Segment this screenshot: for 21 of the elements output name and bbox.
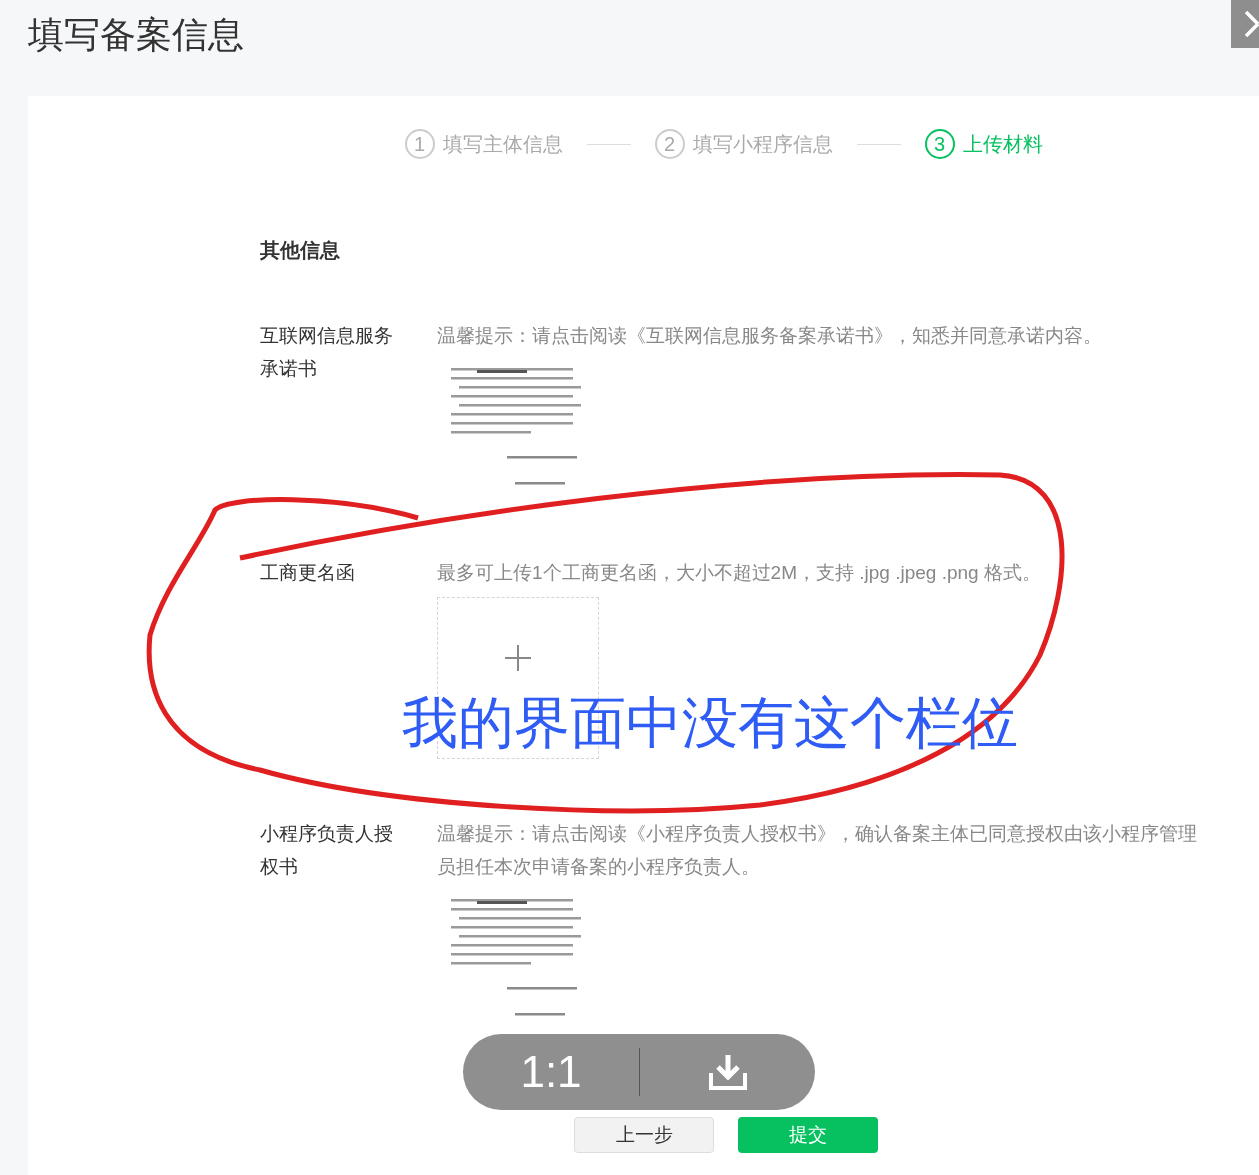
submit-button[interactable]: 提交 xyxy=(738,1117,878,1153)
step-label: 填写小程序信息 xyxy=(692,132,833,157)
field-label: 互联网信息服务承诺书 xyxy=(260,324,394,381)
download-icon xyxy=(707,1053,748,1091)
back-button[interactable]: 上一步 xyxy=(574,1117,714,1153)
plus-icon xyxy=(505,645,531,671)
field-hint: 温馨提示：请点击阅读《互联网信息服务备案承诺书》，知悉并同意承诺内容。 xyxy=(437,324,1103,348)
field-hint: 最多可上传1个工商更名函，大小不超过2M，支持 .jpg .jpeg .png 格式。 xyxy=(437,561,1042,585)
field-label: 小程序负责人授权书 xyxy=(260,822,394,879)
field-hint: 温馨提示：请点击阅读《小程序负责人授权书》，确认备案主体已同意授权由该小程序管理员担任本次申请备案的小程序负责人。 xyxy=(437,822,1197,879)
close-icon xyxy=(1245,11,1259,37)
step-label: 填写主体信息 xyxy=(442,132,563,157)
field-label: 工商更名函 xyxy=(260,561,356,585)
close-button[interactable] xyxy=(1231,0,1259,48)
step-label: 上传材料 xyxy=(962,132,1043,157)
page-title: 填写备案信息 xyxy=(28,13,244,57)
actual-size-button[interactable]: 1:1 xyxy=(463,1039,639,1105)
step-number: 1 xyxy=(404,129,435,159)
section-title: 其他信息 xyxy=(260,238,341,263)
step-number: 2 xyxy=(654,129,685,159)
step-number: 3 xyxy=(924,129,955,159)
